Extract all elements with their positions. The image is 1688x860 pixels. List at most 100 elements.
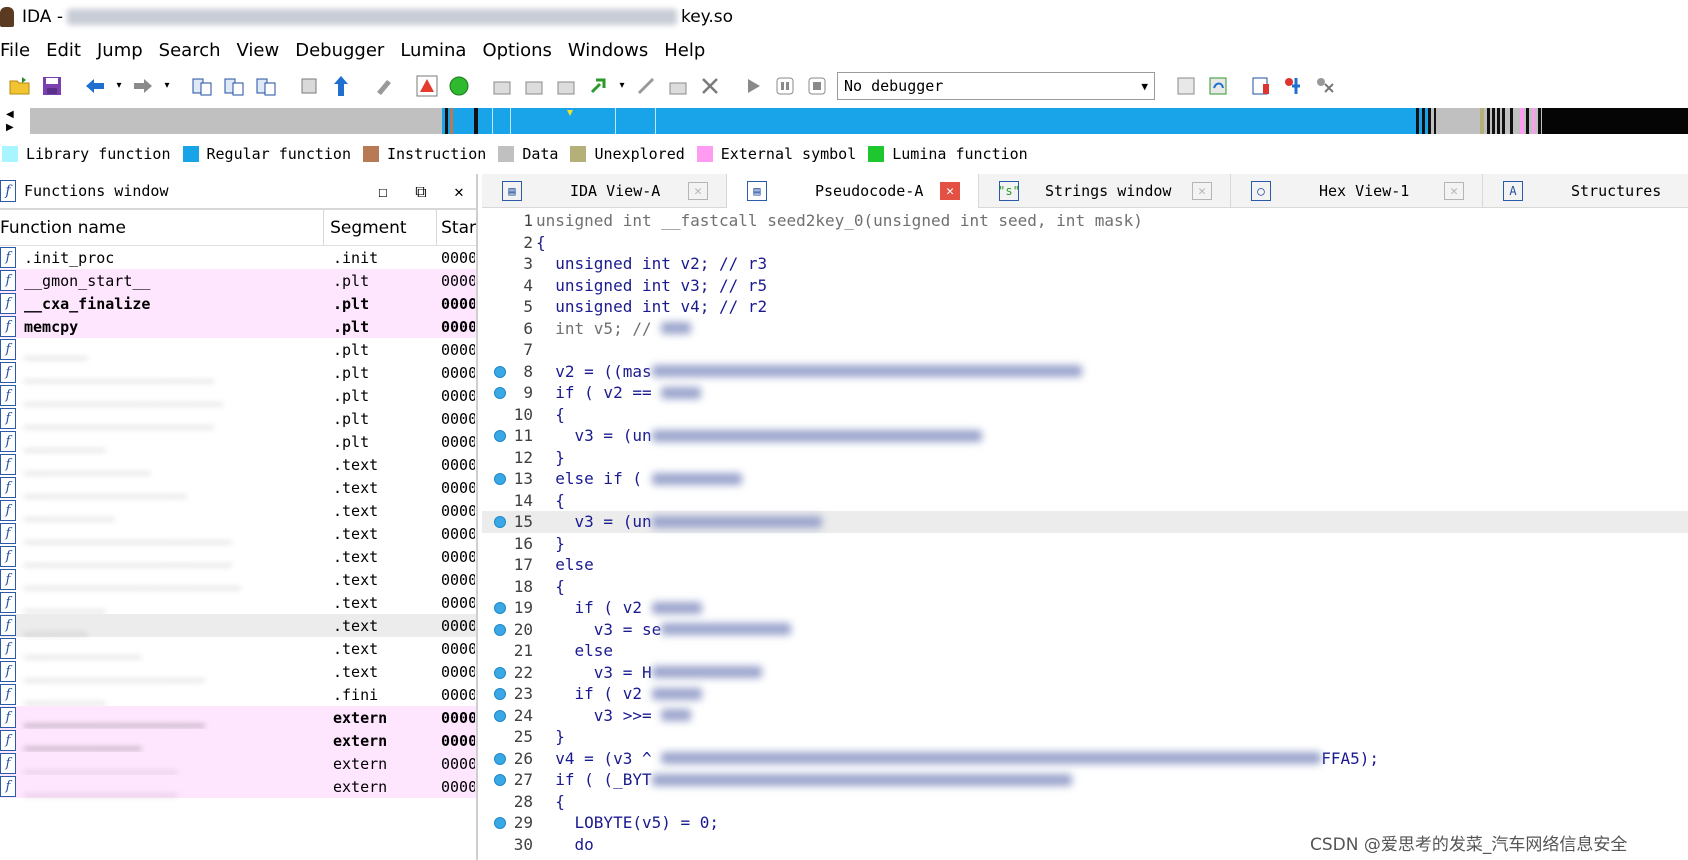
make-data-icon[interactable]	[521, 73, 547, 99]
open-folder-icon[interactable]	[7, 73, 33, 99]
code-line[interactable]: 11 v3 = (un	[482, 425, 1688, 447]
menu-edit[interactable]: Edit	[46, 40, 93, 61]
close-icon[interactable]: ✕	[940, 182, 960, 200]
breakpoint-dot-icon[interactable]	[494, 817, 506, 829]
function-row[interactable]: f ______________ .text 0000	[0, 453, 476, 476]
function-row[interactable]: f _________ .text 0000	[0, 591, 476, 614]
column-segment[interactable]: Segment	[324, 210, 438, 245]
close-icon[interactable]: ✕	[688, 182, 708, 200]
code-line[interactable]: 3 unsigned int v2; // r3	[482, 253, 1688, 275]
make-code-icon[interactable]	[489, 73, 515, 99]
breakpoint-dot-icon[interactable]	[494, 752, 506, 765]
search-text-icon[interactable]	[221, 73, 247, 99]
menu-debugger[interactable]: Debugger	[295, 40, 396, 61]
menu-search[interactable]: Search	[159, 40, 233, 61]
function-row[interactable]: f ____________________ .text 0000	[0, 660, 476, 683]
tab-pseudocode-a[interactable]: ▤ Pseudocode-A ✕	[727, 174, 979, 208]
breakpoint-dot-icon[interactable]	[494, 623, 506, 636]
nav-scroll-arrows[interactable]: ◀ ▶	[6, 108, 20, 134]
function-row[interactable]: f ________________________ .text 0000	[0, 568, 476, 591]
code-line[interactable]: 18 {	[482, 576, 1688, 598]
code-line[interactable]: 2{	[482, 232, 1688, 254]
delete-breakpoint-icon[interactable]	[1312, 73, 1338, 99]
breakpoint-dot-icon[interactable]	[494, 602, 506, 614]
stop-icon[interactable]	[804, 73, 830, 99]
code-line[interactable]: 26 v4 = (v3 ^ FFA5);	[482, 748, 1688, 770]
tab-strings-window[interactable]: "s" Strings window ✕	[979, 174, 1231, 208]
breakpoint-dot-icon[interactable]	[494, 473, 506, 485]
chevron-down-icon[interactable]: ▾	[617, 73, 627, 99]
navigation-band-strip[interactable]	[30, 108, 1688, 134]
close-icon[interactable]: ✕	[1444, 182, 1464, 200]
code-line[interactable]: 23 if ( v2	[482, 683, 1688, 705]
function-row[interactable]: f _______________________ .text 0000	[0, 545, 476, 568]
function-row[interactable]: f _____________________ .plt 0000	[0, 407, 476, 430]
green-circle-icon[interactable]	[446, 73, 472, 99]
code-line[interactable]: 12 }	[482, 447, 1688, 469]
function-row[interactable]: f ____________________ extern 0000	[0, 706, 476, 729]
function-row[interactable]: f _______ .text 0000	[0, 614, 476, 637]
code-line[interactable]: 19 if ( v2	[482, 597, 1688, 619]
patch-icon[interactable]	[296, 73, 322, 99]
breakpoint-dot-icon[interactable]	[494, 774, 506, 786]
warning-icon[interactable]	[414, 73, 440, 99]
script-icon[interactable]	[371, 73, 397, 99]
function-row[interactable]: f _________________ extern 0000	[0, 775, 476, 798]
tab-structures[interactable]: A Structures	[1483, 174, 1688, 208]
menu-jump[interactable]: Jump	[97, 40, 155, 61]
code-line[interactable]: 15 v3 = (un	[482, 511, 1688, 533]
column-start[interactable]: Star	[437, 218, 476, 238]
chevron-down-icon[interactable]: ▾	[114, 73, 124, 99]
function-row[interactable]: f __gmon_start__ .plt 0000	[0, 269, 476, 292]
maximize-icon[interactable]: ☐	[374, 182, 392, 201]
code-line[interactable]: 16 }	[482, 533, 1688, 555]
code-line[interactable]: 5 unsigned int v4; // r2	[482, 296, 1688, 318]
function-row[interactable]: f _____________ extern 0000	[0, 729, 476, 752]
tab-ida-view-a[interactable]: ▤ IDA View-A ✕	[482, 174, 727, 208]
step-over-icon[interactable]	[1205, 73, 1231, 99]
pause-icon[interactable]	[772, 73, 798, 99]
breakpoint-dot-icon[interactable]	[494, 365, 506, 378]
function-row[interactable]: f __________ .text 0000	[0, 499, 476, 522]
code-line[interactable]: 1 unsigned int __fastcall seed2key_0(unsi…	[482, 210, 1688, 232]
play-icon[interactable]	[740, 73, 766, 99]
function-row[interactable]: f _________ .plt 0000	[0, 430, 476, 453]
code-line[interactable]: 28 {	[482, 791, 1688, 813]
function-row[interactable]: f memcpy .plt 0000	[0, 315, 476, 338]
add-breakpoint-icon[interactable]	[1280, 73, 1306, 99]
jump-up-icon[interactable]	[328, 73, 354, 99]
code-line[interactable]: 20 v3 = se	[482, 619, 1688, 641]
back-arrow-icon[interactable]	[82, 73, 108, 99]
close-icon[interactable]: ✕	[1192, 182, 1212, 200]
menu-view[interactable]: View	[237, 40, 292, 61]
code-line[interactable]: 24 v3 >>=	[482, 705, 1688, 727]
code-line[interactable]: 14 {	[482, 490, 1688, 512]
code-line[interactable]: 9 if ( v2 ==	[482, 382, 1688, 404]
function-row[interactable]: f _______________________ .text 0000	[0, 522, 476, 545]
breakpoints-list-icon[interactable]	[1248, 73, 1274, 99]
breakpoint-dot-icon[interactable]	[494, 709, 506, 722]
code-line[interactable]: 7	[482, 339, 1688, 361]
function-row[interactable]: f __________________ .text 0000	[0, 476, 476, 499]
column-function-name[interactable]: Function name	[0, 210, 325, 245]
debugger-select[interactable]: No debugger ▼	[837, 72, 1155, 100]
function-row[interactable]: f _________________ extern 0000	[0, 752, 476, 775]
save-icon[interactable]	[39, 73, 65, 99]
function-row[interactable]: f __cxa_finalize .plt 0000	[0, 292, 476, 315]
code-line[interactable]: 6 int v5; //	[482, 318, 1688, 340]
code-line[interactable]: 13 else if (	[482, 468, 1688, 490]
menu-windows[interactable]: Windows	[568, 40, 660, 61]
breakpoint-dot-icon[interactable]	[494, 516, 506, 528]
menu-help[interactable]: Help	[664, 40, 717, 61]
code-line[interactable]: 4 unsigned int v3; // r5	[482, 275, 1688, 297]
make-string-icon[interactable]	[553, 73, 579, 99]
make-struct-icon[interactable]	[585, 73, 611, 99]
function-row[interactable]: f _________ .fini 0000	[0, 683, 476, 706]
menu-options[interactable]: Options	[482, 40, 563, 61]
code-line[interactable]: 10 {	[482, 404, 1688, 426]
menu-lumina[interactable]: Lumina	[400, 40, 478, 61]
menu-file[interactable]: File	[0, 40, 42, 61]
breakpoint-dot-icon[interactable]	[494, 387, 506, 399]
pseudocode-view[interactable]: 1 unsigned int __fastcall seed2key_0(unsi…	[482, 210, 1688, 860]
function-row[interactable]: f ______________________ .plt 0000	[0, 384, 476, 407]
